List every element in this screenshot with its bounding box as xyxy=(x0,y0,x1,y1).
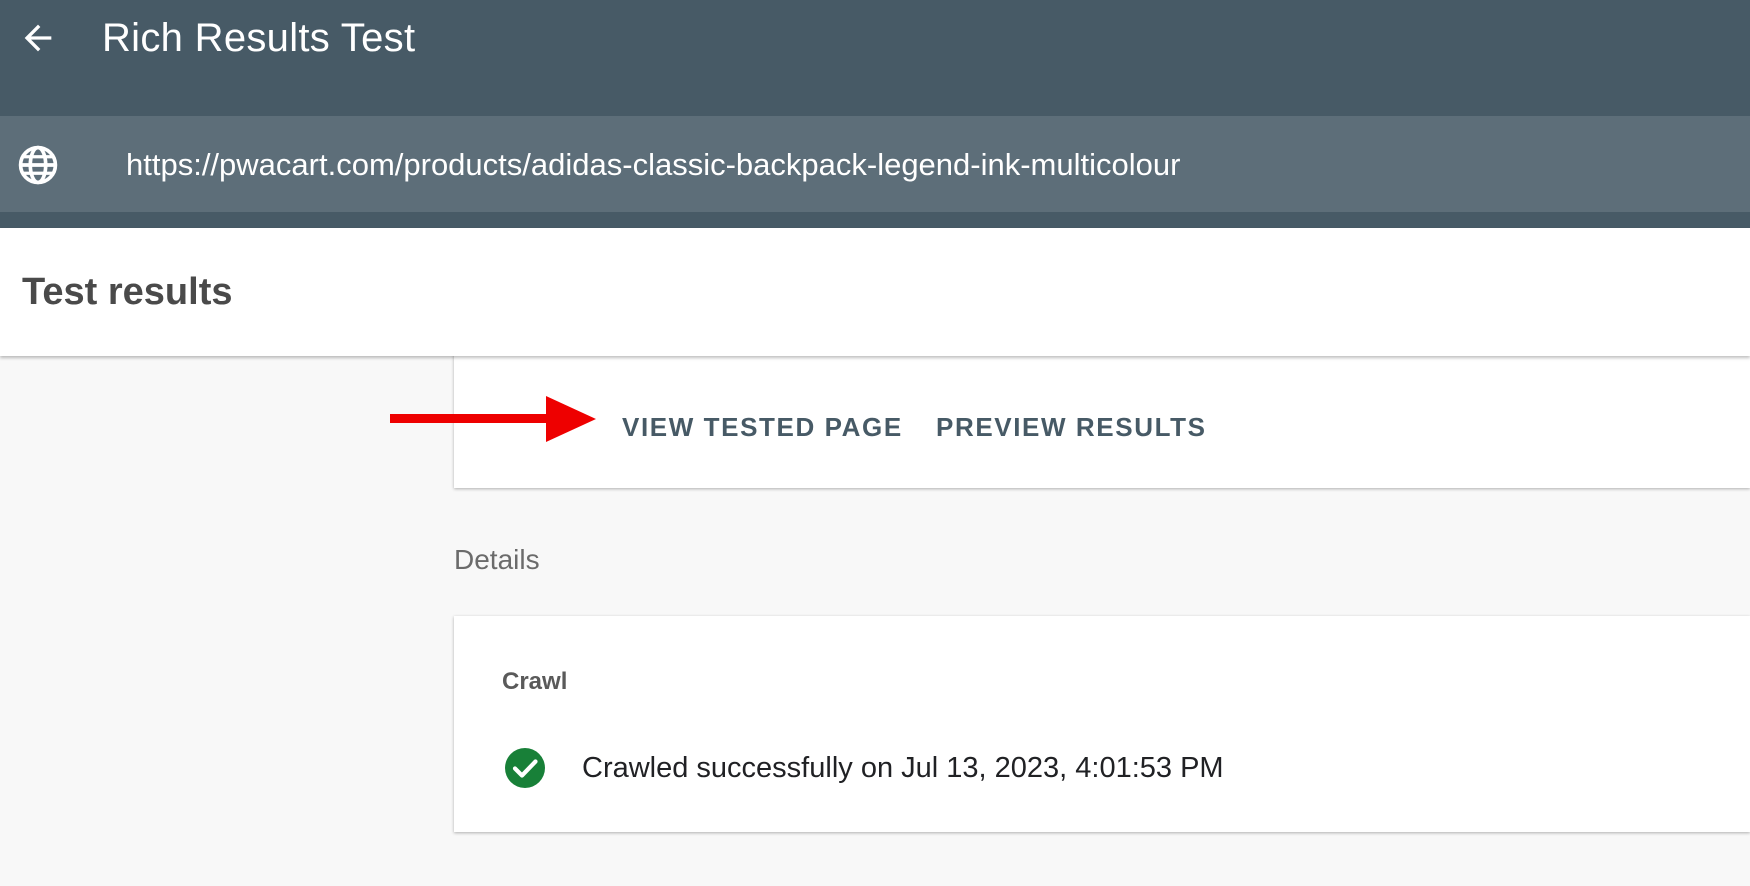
crawl-card: Crawl Crawled successfully on Jul 13, 20… xyxy=(454,616,1750,832)
tab-preview-results[interactable]: PREVIEW RESULTS xyxy=(936,414,1207,440)
results-tabs-card: VIEW TESTED PAGE PREVIEW RESULTS xyxy=(454,340,1750,488)
tab-view-tested-page[interactable]: VIEW TESTED PAGE xyxy=(622,414,903,440)
url-input[interactable]: https://pwacart.com/products/adidas-clas… xyxy=(126,142,1180,188)
arrow-back-icon xyxy=(24,24,52,52)
back-button[interactable] xyxy=(14,14,62,62)
results-header: Test results xyxy=(0,228,1750,356)
crawl-label: Crawl xyxy=(502,668,568,695)
page-title: Test results xyxy=(22,271,233,313)
red-arrow-icon xyxy=(390,396,596,442)
globe-icon xyxy=(18,145,58,185)
check-circle-icon xyxy=(505,748,545,788)
crawl-status-text: Crawled successfully on Jul 13, 2023, 4:… xyxy=(582,752,1224,784)
details-label: Details xyxy=(454,544,540,575)
app-title: Rich Results Test xyxy=(102,16,416,60)
